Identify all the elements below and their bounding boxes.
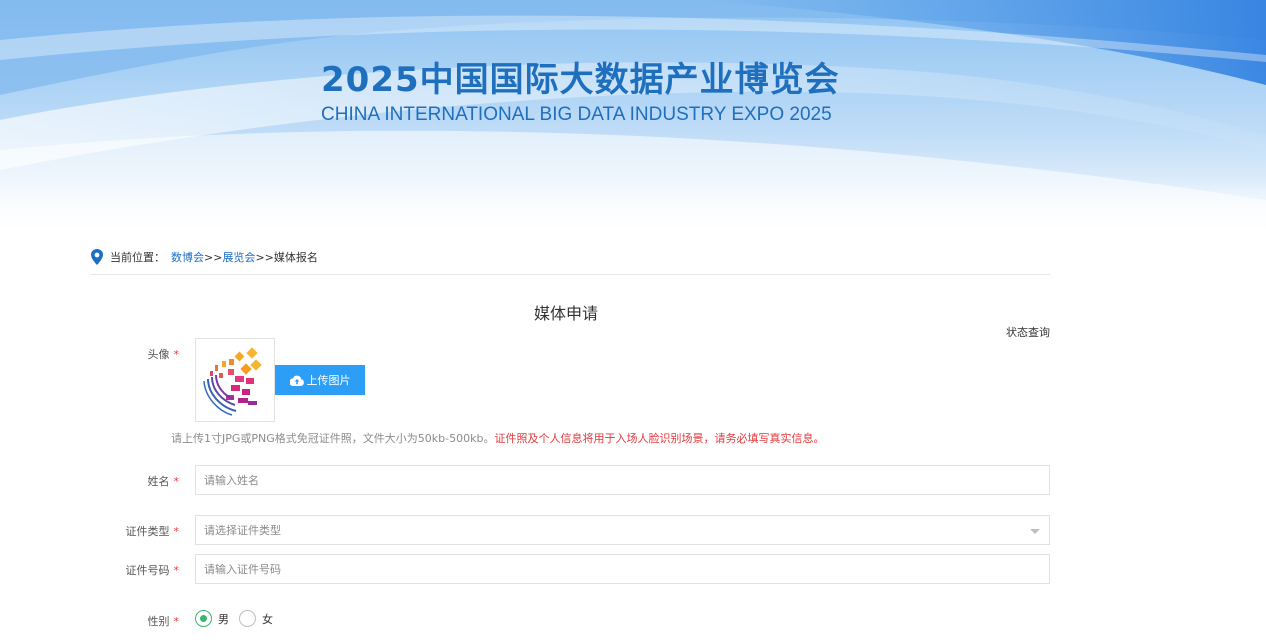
breadcrumb-link-zhanlanhui[interactable]: 展览会 xyxy=(222,250,255,266)
breadcrumb: 当前位置： 数博会 >> 展览会 >> 媒体报名 xyxy=(90,249,1050,275)
required-mark: * xyxy=(173,348,180,361)
id-type-label: 证件类型 * xyxy=(99,523,180,539)
name-label: 姓名 * xyxy=(99,473,180,489)
caret-down-icon xyxy=(1030,529,1040,534)
id-number-input[interactable] xyxy=(195,554,1050,584)
required-mark: * xyxy=(173,615,180,628)
gender-option-female-label: 女 xyxy=(262,612,273,626)
id-number-label: 证件号码 * xyxy=(99,562,180,578)
radio-unchecked-icon[interactable] xyxy=(239,610,256,627)
avatar-preview[interactable] xyxy=(195,338,275,422)
radio-checked-icon[interactable] xyxy=(195,610,212,627)
avatar-hint-format: 请上传1寸JPG或PNG格式免冠证件照，文件大小为50kb-500kb。 xyxy=(171,432,495,445)
breadcrumb-link-shubohui[interactable]: 数博会 xyxy=(171,250,204,266)
required-mark: * xyxy=(173,525,180,538)
avatar-logo-image xyxy=(203,347,262,416)
expo-title-en: CHINA INTERNATIONAL BIG DATA INDUSTRY EX… xyxy=(321,104,832,125)
name-input[interactable] xyxy=(195,465,1050,495)
gender-label-text: 性别 xyxy=(147,615,170,628)
id-type-select[interactable]: 请选择证件类型 xyxy=(195,515,1050,545)
breadcrumb-label: 当前位置： xyxy=(110,251,165,264)
name-label-text: 姓名 xyxy=(147,475,170,488)
avatar-label: 头像 * xyxy=(99,346,180,362)
upload-image-button[interactable]: 上传图片 xyxy=(275,365,365,395)
required-mark: * xyxy=(173,564,180,577)
status-query-link[interactable]: 状态查询 xyxy=(990,324,1050,340)
form-title: 媒体申请 xyxy=(533,304,598,323)
gender-option-female[interactable]: 女 xyxy=(239,610,273,627)
cloud-upload-icon xyxy=(289,375,304,386)
gender-label: 性别 * xyxy=(99,613,180,629)
breadcrumb-current: 媒体报名 xyxy=(273,251,318,264)
id-number-label-text: 证件号码 xyxy=(125,564,170,577)
expo-title-cn: 2025中国国际大数据产业博览会 xyxy=(321,60,840,100)
id-type-placeholder: 请选择证件类型 xyxy=(204,524,281,537)
header-banner: 2025中国国际大数据产业博览会 CHINA INTERNATIONAL BIG… xyxy=(0,0,1266,240)
gender-option-male[interactable]: 男 xyxy=(195,610,229,627)
breadcrumb-separator: >> xyxy=(204,251,223,264)
avatar-hint-warning: 证件照及个人信息将用于入场人脸识别场景，请务必填写真实信息。 xyxy=(494,432,825,445)
upload-button-label: 上传图片 xyxy=(306,375,351,387)
id-type-label-text: 证件类型 xyxy=(125,525,170,538)
location-pin-icon xyxy=(91,249,103,265)
avatar-label-text: 头像 xyxy=(147,348,170,361)
required-mark: * xyxy=(173,475,180,488)
avatar-hint: 请上传1寸JPG或PNG格式免冠证件照，文件大小为50kb-500kb。证件照及… xyxy=(171,430,824,446)
gender-radio-group: 男 女 xyxy=(195,610,283,627)
gender-option-male-label: 男 xyxy=(218,612,229,626)
breadcrumb-separator: >> xyxy=(255,251,274,264)
